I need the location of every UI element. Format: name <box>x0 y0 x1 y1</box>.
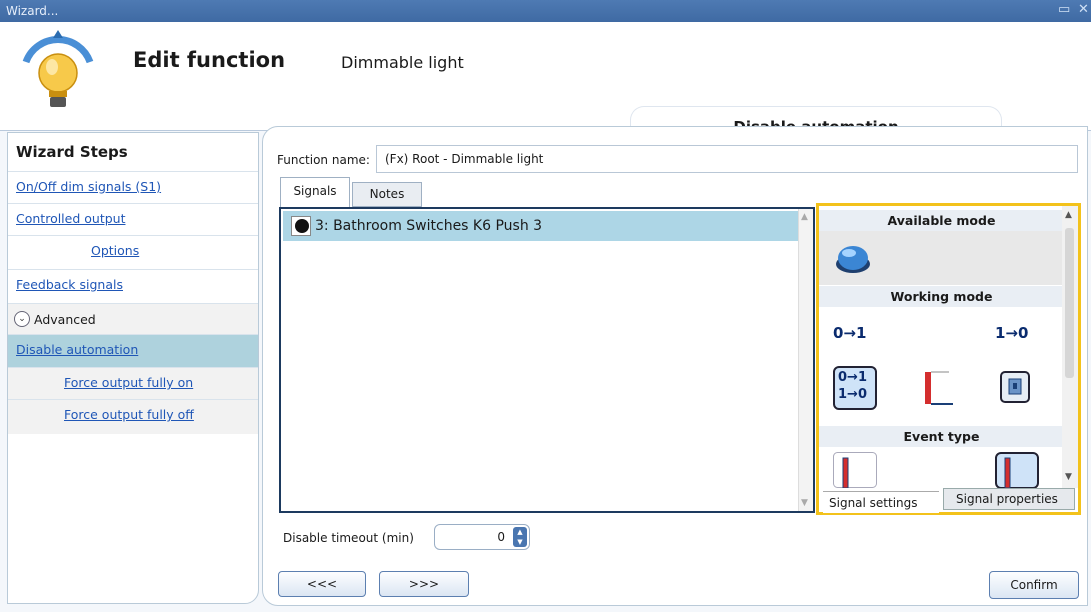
signal-row[interactable]: 3: Bathroom Switches K6 Push 3 <box>283 211 799 241</box>
signal-mode-panel: Available mode Working mode 0→1 1→0 0→1 … <box>816 203 1081 515</box>
step-disable-automation[interactable]: Disable automation <box>8 334 258 367</box>
tab-notes[interactable]: Notes <box>352 182 422 207</box>
step-feedback-signals-link[interactable]: Feedback signals <box>16 277 123 292</box>
wizard-window: Wizard... ▭ ✕ Edit function Dimmable lig… <box>0 0 1091 612</box>
function-type: Dimmable light <box>341 53 464 72</box>
signals-list[interactable]: 3: Bathroom Switches K6 Push 3 ▲ ▼ <box>279 207 815 513</box>
scroll-up-icon[interactable]: ▲ <box>801 212 808 222</box>
tab-signal-properties[interactable]: Signal properties <box>943 488 1075 510</box>
chevron-down-icon[interactable]: ⌄ <box>14 311 30 327</box>
step-feedback-signals[interactable]: Feedback signals <box>8 269 258 302</box>
push-button-mode-icon[interactable] <box>833 236 877 280</box>
signals-scrollbar[interactable]: ▲ ▼ <box>798 209 813 511</box>
signal-label: 3: Bathroom Switches K6 Push 3 <box>315 218 543 234</box>
step-disable-automation-link[interactable]: Disable automation <box>16 342 138 357</box>
scroll-down-icon[interactable]: ▼ <box>1065 472 1072 482</box>
both-edges-icon[interactable]: 0→1 1→0 <box>833 366 877 410</box>
advanced-expander[interactable]: ⌄ Advanced <box>8 303 258 336</box>
panel-scrollbar[interactable]: ▲ ▼ <box>1062 206 1078 488</box>
close-icon[interactable]: ✕ <box>1078 2 1089 17</box>
switch-mode-icon[interactable] <box>995 366 1039 410</box>
title-bar: Wizard... ▭ ✕ <box>0 0 1091 22</box>
event-type-level-icon[interactable] <box>995 452 1039 489</box>
function-name-label: Function name: <box>277 153 370 167</box>
step-force-output-fully-off[interactable]: Force output fully off <box>8 399 258 434</box>
available-mode-band <box>819 231 1064 285</box>
event-type-pulse-icon[interactable] <box>833 452 877 489</box>
available-mode-heading: Available mode <box>819 210 1064 231</box>
wizard-header: Edit function Dimmable light Disable aut… <box>0 22 1091 151</box>
disable-timeout-stepper[interactable]: 0 ▲ ▼ <box>434 524 530 550</box>
level-mode-icon[interactable] <box>915 366 959 410</box>
step-on-off-dim-signals[interactable]: On/Off dim signals (S1) <box>8 171 258 204</box>
step-options-link[interactable]: Options <box>91 243 139 258</box>
tab-signal-settings[interactable]: Signal settings <box>823 491 939 513</box>
previous-button[interactable]: <<< <box>278 571 366 597</box>
step-force-output-fully-on-link[interactable]: Force output fully on <box>64 375 193 390</box>
falling-edge-icon[interactable]: 1→0 <box>995 312 1039 356</box>
disable-timeout-value: 0 <box>497 530 505 544</box>
step-on-off-dim-signals-link[interactable]: On/Off dim signals (S1) <box>16 179 161 194</box>
scroll-down-icon[interactable]: ▼ <box>801 498 808 508</box>
window-title: Wizard... <box>6 4 59 18</box>
next-button[interactable]: >>> <box>379 571 469 597</box>
page-title: Edit function <box>133 48 286 72</box>
wizard-steps-sidebar: Wizard Steps On/Off dim signals (S1) Con… <box>7 132 259 604</box>
function-name-field[interactable]: (Fx) Root - Dimmable light <box>376 145 1078 173</box>
scroll-up-icon[interactable]: ▲ <box>1065 210 1072 220</box>
confirm-button[interactable]: Confirm <box>989 571 1079 599</box>
step-controlled-output-link[interactable]: Controlled output <box>16 211 126 226</box>
tab-signals[interactable]: Signals <box>280 177 350 207</box>
step-options[interactable]: Options <box>8 235 258 268</box>
step-force-output-fully-off-link[interactable]: Force output fully off <box>64 407 194 422</box>
spin-arrows-icon[interactable]: ▲ ▼ <box>513 527 527 547</box>
push-button-icon <box>291 216 311 236</box>
working-mode-heading: Working mode <box>819 286 1064 307</box>
wizard-steps-heading: Wizard Steps <box>16 143 128 161</box>
disable-timeout-label: Disable timeout (min) <box>283 531 414 545</box>
panel-scroll-thumb[interactable] <box>1065 228 1074 378</box>
step-force-output-fully-on[interactable]: Force output fully on <box>8 367 258 400</box>
rising-edge-icon[interactable]: 0→1 <box>833 312 877 356</box>
step-controlled-output[interactable]: Controlled output <box>8 203 258 236</box>
restore-icon[interactable]: ▭ <box>1058 2 1070 17</box>
event-type-heading: Event type <box>819 426 1064 447</box>
advanced-label: Advanced <box>34 312 96 327</box>
light-bulb-icon <box>18 28 98 116</box>
